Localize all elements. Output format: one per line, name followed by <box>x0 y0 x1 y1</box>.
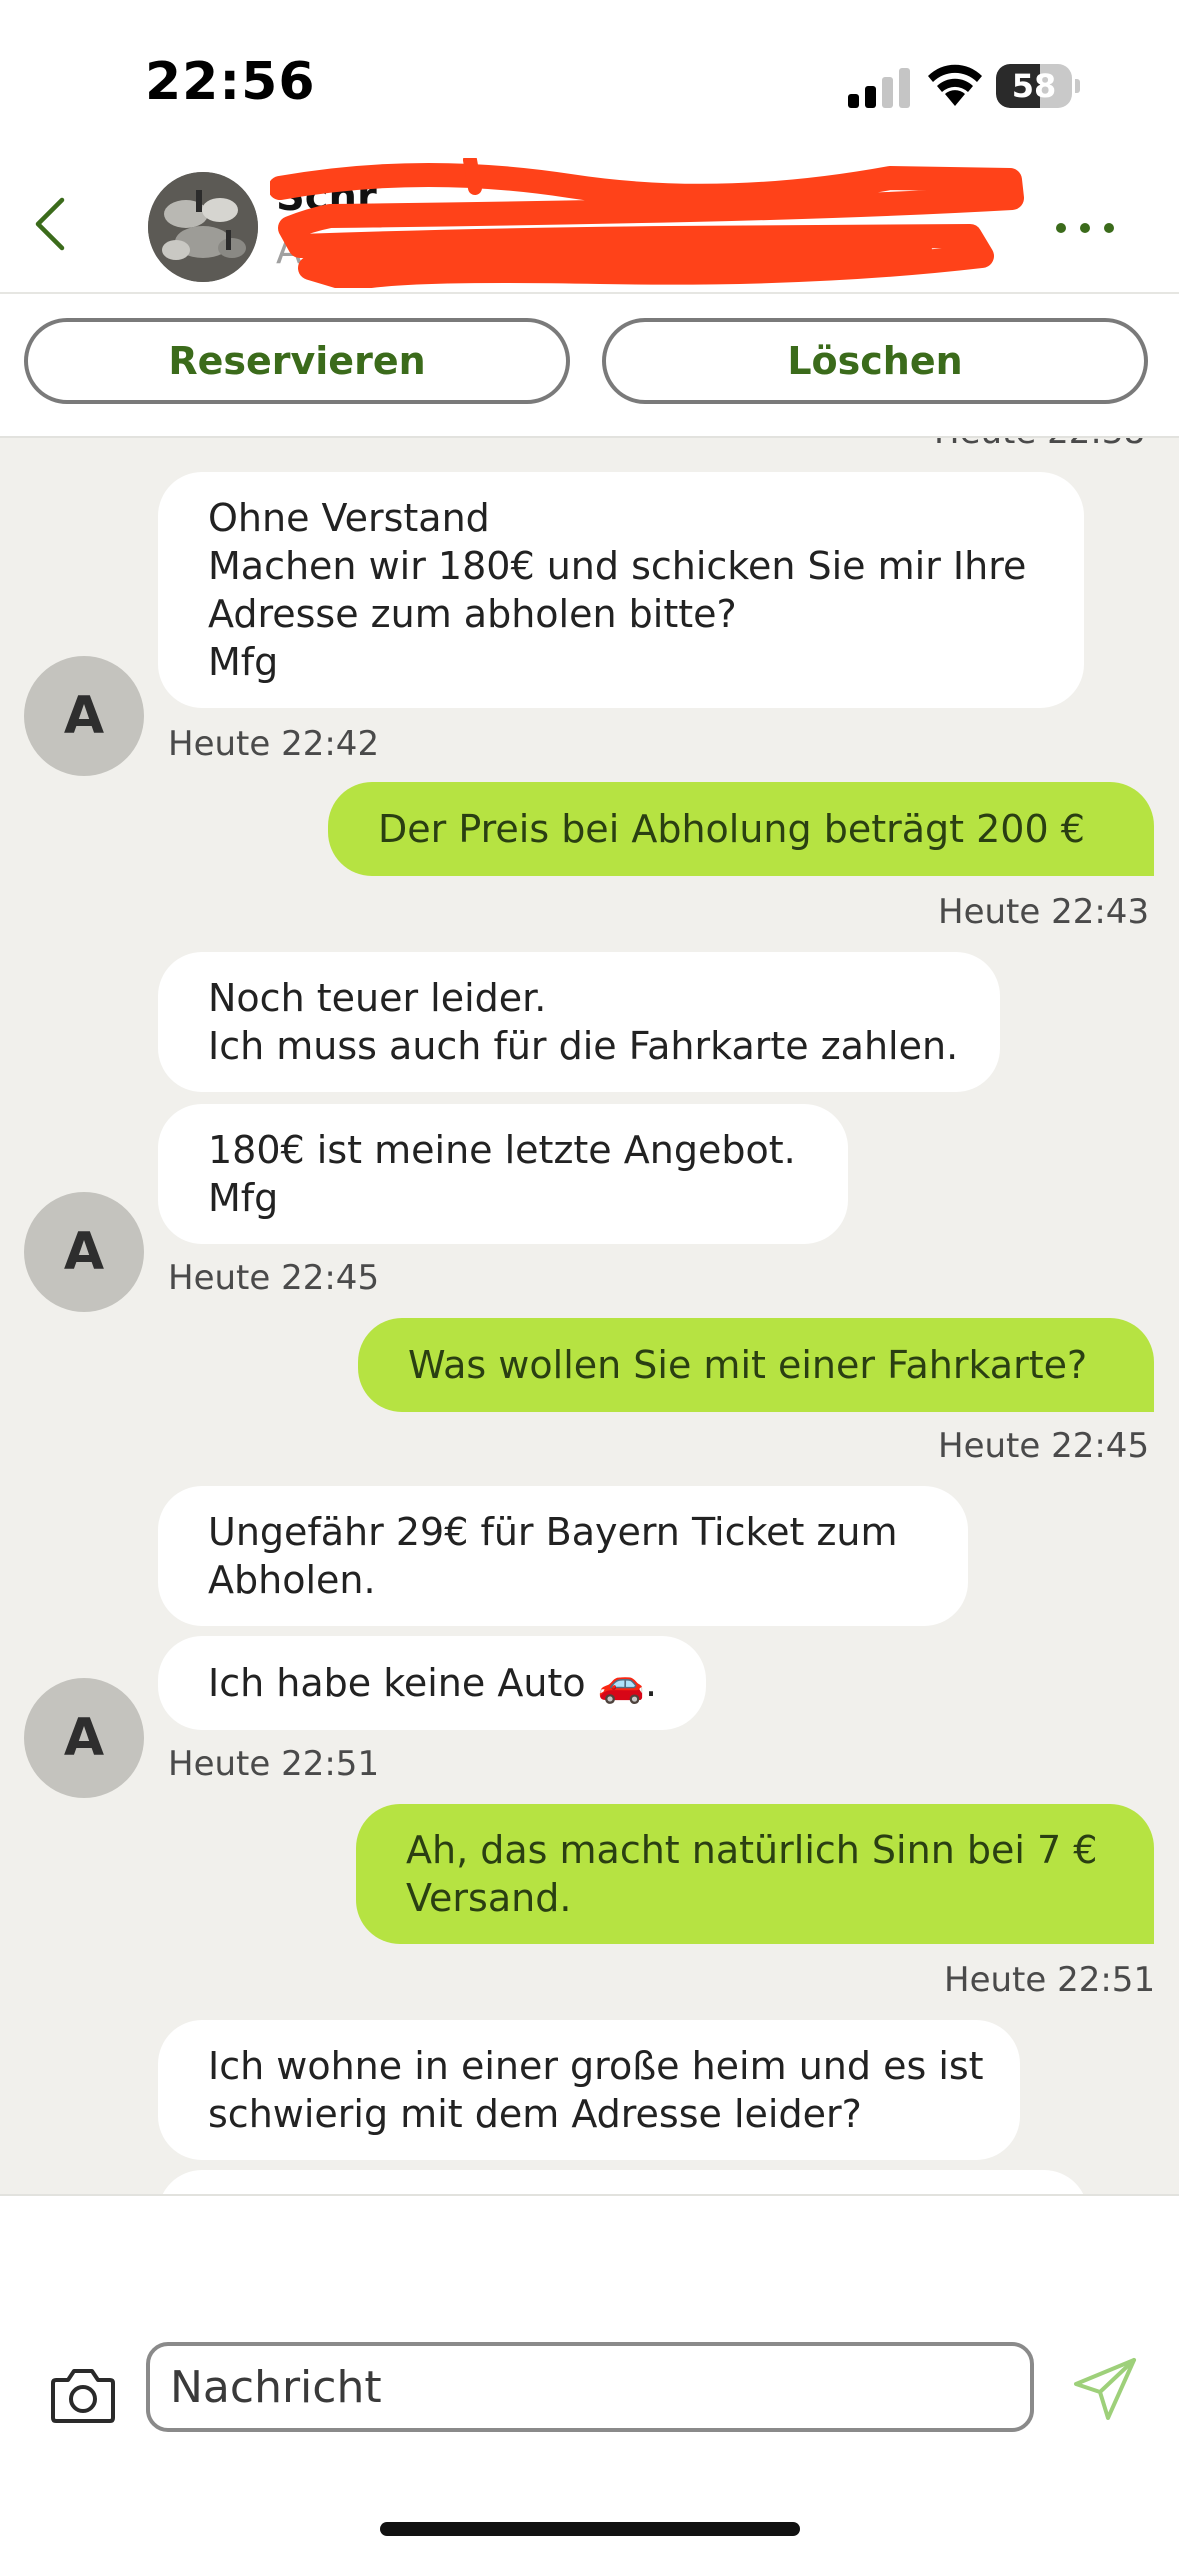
battery-percentage: 58 <box>1011 67 1057 105</box>
message-timestamp: Heute 22:51 <box>168 1744 380 1784</box>
message-text: Ich muss auch für die Fahrkarte zahlen. <box>208 1024 959 1068</box>
message-list[interactable]: Heute 22:38 Ohne Verstand Machen wir 180… <box>0 438 1179 2194</box>
home-indicator <box>380 2522 800 2536</box>
wifi-icon <box>928 64 982 106</box>
message-timestamp: Heute 22:45 <box>168 1258 380 1298</box>
message-text: Noch teuer leider. <box>208 976 547 1020</box>
sender-avatar[interactable]: A <box>24 1192 144 1312</box>
outgoing-message-bubble: Der Preis bei Abholung beträgt 200 € <box>328 782 1154 876</box>
incoming-message-bubble <box>158 2170 1088 2194</box>
message-text: Abholen. <box>208 1558 376 1602</box>
incoming-message-bubble: Ohne Verstand Machen wir 180€ und schick… <box>158 472 1084 708</box>
message-timestamp: Heute 22:45 <box>938 1426 1150 1466</box>
message-timestamp: Heute 22:51 <box>944 1960 1156 2000</box>
cookware-photo-icon <box>148 172 258 282</box>
message-timestamp: Heute 22:43 <box>938 892 1150 932</box>
status-time: 22:56 <box>145 52 316 112</box>
incoming-message-bubble: Ich wohne in einer große heim und es ist… <box>158 2020 1020 2160</box>
send-icon[interactable] <box>1070 2354 1140 2424</box>
message-text: Mfg <box>208 640 279 684</box>
incoming-message-bubble: Ungefähr 29€ für Bayern Ticket zum Abhol… <box>158 1486 968 1626</box>
message-text: 180€ ist meine letzte Angebot. <box>208 1128 796 1172</box>
cellular-signal-icon <box>848 68 910 108</box>
message-text: Adresse zum abholen bitte? <box>208 592 737 636</box>
redaction-scribble <box>270 158 1024 288</box>
message-text: Ah, das macht natürlich Sinn bei 7 € <box>406 1828 1098 1872</box>
message-timestamp: Heute 22:42 <box>168 724 380 764</box>
back-chevron-icon[interactable] <box>26 194 76 254</box>
message-text: Ich wohne in einer große heim und es ist <box>208 2044 984 2088</box>
incoming-message-bubble: 180€ ist meine letzte Angebot. Mfg <box>158 1104 848 1244</box>
message-timestamp: Heute 22:38 <box>934 438 1145 452</box>
incoming-message-bubble: Ich habe keine Auto 🚗. <box>158 1636 706 1730</box>
message-text: Versand. <box>406 1876 572 1920</box>
listing-thumbnail[interactable] <box>148 172 258 282</box>
chat-header: Schr Ab <box>0 150 1179 294</box>
message-composer <box>0 2194 1179 2558</box>
more-options-icon[interactable] <box>1050 208 1120 248</box>
message-text: Machen wir 180€ und schicken Sie mir Ihr… <box>208 544 1027 588</box>
battery-indicator: 58 <box>996 64 1080 108</box>
camera-icon[interactable] <box>50 2364 116 2424</box>
message-text: Mfg <box>208 1176 279 1220</box>
message-text: Was wollen Sie mit einer Fahrkarte? <box>408 1343 1088 1387</box>
message-text: Ungefähr 29€ für Bayern Ticket zum <box>208 1510 898 1554</box>
message-text: Ohne Verstand <box>208 496 490 540</box>
message-text: Der Preis bei Abholung beträgt 200 € <box>378 807 1085 851</box>
reserve-button[interactable]: Reservieren <box>24 318 570 404</box>
message-text: schwierig mit dem Adresse leider? <box>208 2092 862 2136</box>
incoming-message-bubble: Noch teuer leider. Ich muss auch für die… <box>158 952 1000 1092</box>
status-bar: 22:56 58 <box>0 0 1179 150</box>
message-input[interactable] <box>146 2342 1034 2432</box>
listing-actions: Reservieren Löschen <box>0 294 1179 438</box>
sender-avatar[interactable]: A <box>24 656 144 776</box>
sender-avatar[interactable]: A <box>24 1678 144 1798</box>
delete-button[interactable]: Löschen <box>602 318 1148 404</box>
message-text: Ich habe keine Auto 🚗. <box>208 1661 658 1705</box>
outgoing-message-bubble: Was wollen Sie mit einer Fahrkarte? <box>358 1318 1154 1412</box>
outgoing-message-bubble: Ah, das macht natürlich Sinn bei 7 € Ver… <box>356 1804 1154 1944</box>
